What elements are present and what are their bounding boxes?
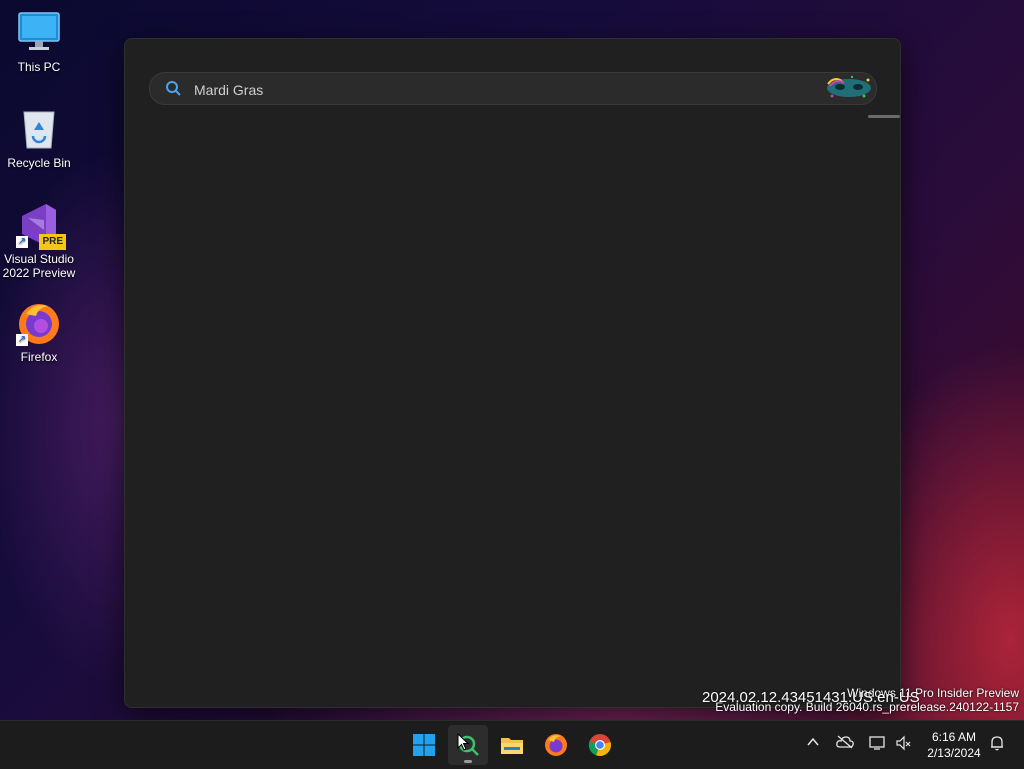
taskbar-clock[interactable]: 6:16 AM 2/13/2024 xyxy=(918,729,990,761)
file-explorer-button[interactable] xyxy=(492,725,532,765)
desktop-icon-firefox[interactable]: ↗ Firefox xyxy=(0,300,78,364)
notification-bell-icon[interactable] xyxy=(988,735,1006,753)
build-string-overlay: 2024.02.12.43451431.US.en-US xyxy=(702,689,920,706)
file-explorer-icon xyxy=(501,738,523,754)
start-button[interactable] xyxy=(404,725,444,765)
mouse-cursor-icon xyxy=(457,733,469,751)
firefox-taskbar-button[interactable] xyxy=(536,725,576,765)
taskbar: 6:16 AM 2/13/2024 xyxy=(0,720,1024,769)
desktop-icon-label: Firefox xyxy=(20,350,58,364)
monitor-icon xyxy=(16,10,62,56)
chevron-up-icon[interactable] xyxy=(804,735,822,753)
network-icon[interactable] xyxy=(868,735,886,753)
chrome-icon xyxy=(588,734,611,757)
desktop-icon-visual-studio[interactable]: PRE ↗ Visual Studio 2022 Preview xyxy=(0,202,78,280)
desktop-icon-label: This PC xyxy=(17,60,61,74)
scrollbar-thumb[interactable] xyxy=(868,115,900,118)
search-box[interactable] xyxy=(149,72,877,106)
preview-badge: PRE xyxy=(39,234,66,250)
chrome-taskbar-button[interactable] xyxy=(580,725,620,765)
recycle-bin-icon xyxy=(16,106,62,152)
search-window xyxy=(124,38,901,708)
desktop-icon-this-pc[interactable]: This PC xyxy=(0,10,78,74)
onedrive-icon[interactable] xyxy=(836,735,854,753)
search-icon xyxy=(165,80,181,96)
shortcut-arrow-icon: ↗ xyxy=(16,236,28,248)
desktop-icon-label: Visual Studio 2022 Preview xyxy=(2,252,76,280)
desktop-icon-recycle-bin[interactable]: Recycle Bin xyxy=(0,106,78,170)
clock-time: 6:16 AM xyxy=(931,730,977,744)
visual-studio-icon: PRE ↗ xyxy=(16,202,66,250)
start-icon xyxy=(413,734,435,756)
firefox-icon: ↗ xyxy=(16,300,62,346)
volume-icon[interactable] xyxy=(894,735,912,753)
desktop-icon-label: Recycle Bin xyxy=(7,156,71,170)
mardi-gras-mask-icon[interactable] xyxy=(824,74,874,102)
firefox-icon xyxy=(545,734,567,756)
shortcut-arrow-icon: ↗ xyxy=(16,334,28,346)
search-input[interactable] xyxy=(192,73,776,106)
clock-date: 2/13/2024 xyxy=(927,746,981,760)
